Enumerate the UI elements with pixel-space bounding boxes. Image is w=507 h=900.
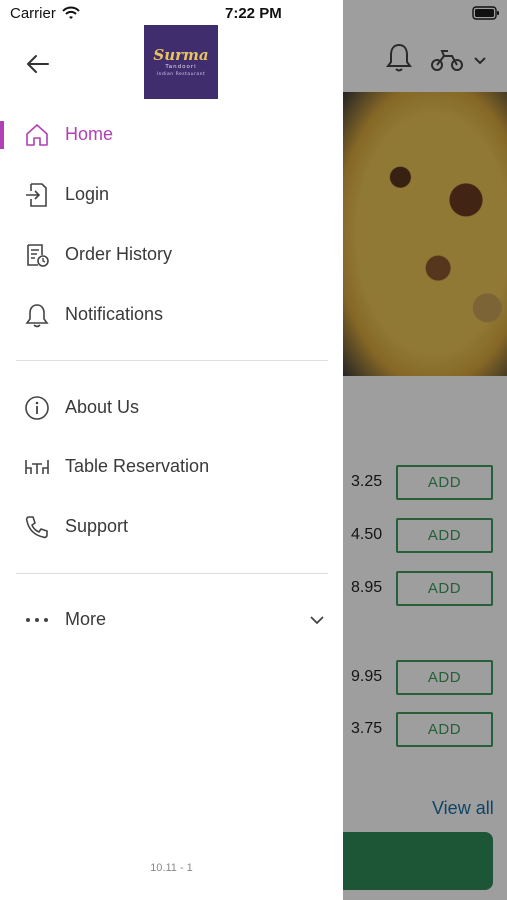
status-time: 7:22 PM bbox=[225, 5, 282, 22]
menu-item-about-us[interactable]: About Us bbox=[0, 380, 343, 436]
table-icon bbox=[23, 453, 51, 481]
app-version: 10.11 - 1 bbox=[150, 862, 193, 874]
menu-item-home[interactable]: Home bbox=[0, 107, 343, 163]
menu-item-support[interactable]: Support bbox=[0, 499, 343, 555]
order-history-icon bbox=[23, 241, 51, 269]
menu-item-label: Support bbox=[65, 516, 129, 536]
menu-item-notifications[interactable]: Notifications bbox=[0, 287, 343, 343]
logo-subtitle: Tandoori bbox=[165, 63, 197, 70]
phone-icon bbox=[23, 513, 51, 541]
status-bar: Carrier 7:22 PM bbox=[0, 0, 507, 26]
login-icon bbox=[23, 181, 51, 209]
wifi-icon bbox=[61, 5, 81, 21]
navigation-drawer: Surma Tandoori Indian Restaurant Home Lo… bbox=[0, 0, 343, 900]
carrier-label: Carrier bbox=[10, 5, 56, 22]
menu-item-table-reservation[interactable]: Table Reservation bbox=[0, 439, 343, 495]
restaurant-logo: Surma Tandoori Indian Restaurant bbox=[144, 25, 218, 99]
menu-item-label: Login bbox=[65, 184, 110, 204]
battery-icon bbox=[472, 6, 500, 20]
back-arrow-icon[interactable] bbox=[24, 50, 52, 78]
menu-item-label: Order History bbox=[65, 244, 173, 264]
menu-item-login[interactable]: Login bbox=[0, 167, 343, 223]
chevron-down-icon[interactable] bbox=[308, 612, 326, 628]
menu-item-label: Home bbox=[65, 124, 114, 144]
menu-item-more[interactable]: More bbox=[0, 592, 343, 648]
home-icon bbox=[23, 121, 51, 149]
menu-item-label: About Us bbox=[65, 397, 140, 417]
more-dots-icon bbox=[23, 606, 51, 634]
logo-name: Surma bbox=[153, 45, 209, 64]
menu-item-label: Notifications bbox=[65, 304, 164, 324]
bell-icon bbox=[23, 301, 51, 329]
divider bbox=[16, 573, 328, 574]
drawer-scrim-overlay[interactable] bbox=[343, 0, 507, 900]
menu-item-label: Table Reservation bbox=[65, 456, 210, 476]
logo-tagline: Indian Restaurant bbox=[156, 71, 206, 77]
info-icon bbox=[23, 394, 51, 422]
divider bbox=[16, 360, 328, 361]
menu-item-order-history[interactable]: Order History bbox=[0, 227, 343, 283]
menu-item-label: More bbox=[65, 609, 107, 629]
